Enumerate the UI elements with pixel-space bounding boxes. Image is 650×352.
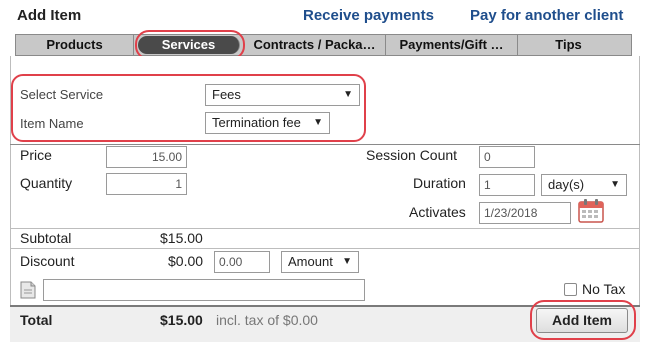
tab-tips[interactable]: Tips bbox=[518, 35, 619, 55]
activates-date-input[interactable]: 1/23/2018 bbox=[479, 202, 571, 224]
chevron-down-icon: ▼ bbox=[313, 117, 323, 128]
item-name-value: Termination fee bbox=[212, 115, 301, 130]
no-tax-label: No Tax bbox=[582, 281, 626, 297]
total-label: Total bbox=[20, 312, 53, 328]
price-input[interactable]: 15.00 bbox=[106, 146, 187, 168]
section-divider bbox=[10, 228, 640, 229]
quantity-input[interactable]: 1 bbox=[106, 173, 187, 195]
select-service-label: Select Service bbox=[20, 87, 104, 102]
tab-contracts-packages[interactable]: Contracts / Packa… bbox=[244, 35, 386, 55]
no-tax-checkbox[interactable] bbox=[564, 283, 577, 296]
row-divider bbox=[10, 248, 640, 249]
note-icon[interactable] bbox=[20, 281, 36, 299]
chevron-down-icon: ▼ bbox=[610, 179, 620, 190]
discount-label: Discount bbox=[20, 253, 75, 269]
discount-type-value: Amount bbox=[288, 254, 333, 269]
duration-unit-dropdown[interactable]: day(s) ▼ bbox=[541, 174, 627, 196]
tab-products[interactable]: Products bbox=[16, 35, 134, 55]
page-title: Add Item bbox=[17, 7, 82, 24]
subtotal-label: Subtotal bbox=[20, 230, 72, 246]
duration-label: Duration bbox=[413, 175, 466, 191]
select-service-dropdown[interactable]: Fees ▼ bbox=[205, 84, 360, 106]
section-divider bbox=[10, 144, 640, 145]
add-item-button[interactable]: Add Item bbox=[536, 308, 628, 333]
tab-payments-gift[interactable]: Payments/Gift … bbox=[386, 35, 518, 55]
session-count-input[interactable]: 0 bbox=[479, 146, 535, 168]
item-name-label: Item Name bbox=[20, 116, 84, 131]
item-name-dropdown[interactable]: Termination fee ▼ bbox=[205, 112, 330, 134]
activates-label: Activates bbox=[409, 204, 466, 220]
discount-input[interactable]: 0.00 bbox=[214, 251, 270, 273]
duration-unit-value: day(s) bbox=[548, 177, 585, 192]
calendar-icon[interactable] bbox=[578, 199, 604, 223]
pay-for-another-client-link[interactable]: Pay for another client bbox=[470, 7, 623, 24]
quantity-label: Quantity bbox=[20, 175, 73, 191]
subtotal-value: $15.00 bbox=[160, 230, 203, 246]
chevron-down-icon: ▼ bbox=[342, 256, 352, 267]
price-label: Price bbox=[20, 147, 52, 163]
chevron-down-icon: ▼ bbox=[343, 89, 353, 100]
tab-bar: Products Services Contracts / Packa… Pay… bbox=[15, 34, 632, 56]
select-service-value: Fees bbox=[212, 87, 241, 102]
receive-payments-link[interactable]: Receive payments bbox=[303, 7, 434, 24]
notes-input[interactable] bbox=[43, 279, 365, 301]
tax-note: incl. tax of $0.00 bbox=[216, 312, 318, 328]
discount-type-dropdown[interactable]: Amount ▼ bbox=[281, 251, 359, 273]
discount-amount: $0.00 bbox=[168, 253, 204, 269]
total-value: $15.00 bbox=[160, 312, 203, 328]
session-count-label: Session Count bbox=[366, 147, 458, 163]
duration-input[interactable]: 1 bbox=[479, 174, 535, 196]
